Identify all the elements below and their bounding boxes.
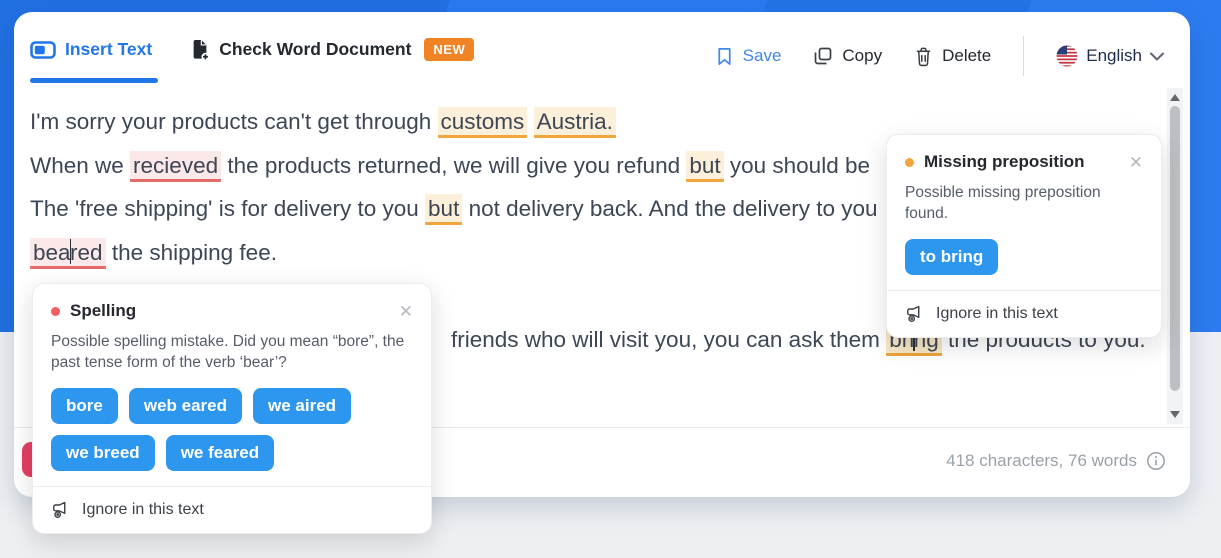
highlighted-word[interactable]: beared (30, 238, 106, 269)
delete-button[interactable]: Delete (914, 46, 991, 67)
scrollbar-thumb[interactable] (1170, 106, 1180, 391)
text-segment: not delivery back. And the delivery to y… (462, 196, 877, 221)
save-label: Save (743, 46, 782, 66)
highlighted-word[interactable]: but (425, 194, 462, 225)
active-tab-underline (30, 78, 158, 83)
tab-check-word-label: Check Word Document (219, 39, 411, 60)
suggestion-button[interactable]: we feared (166, 435, 274, 471)
copy-icon (813, 46, 833, 66)
bookmark-icon (715, 46, 734, 67)
us-flag-icon (1056, 45, 1078, 67)
highlighted-word[interactable]: recieved (130, 151, 221, 182)
popup-title: Missing preposition (924, 152, 1085, 172)
language-label: English (1086, 46, 1142, 66)
tab-bar: Insert Text Check Word Document NEW (30, 38, 474, 61)
suggestion-list: to bring (905, 239, 1143, 275)
popup-description: Possible missing preposition found. (905, 182, 1143, 225)
scroll-up-arrow[interactable] (1170, 94, 1180, 101)
spelling-popup: Spelling ✕ Possible spelling mistake. Di… (32, 283, 432, 534)
scroll-down-arrow[interactable] (1170, 411, 1180, 418)
ignore-in-text-button[interactable]: Ignore in this text (33, 486, 431, 533)
trash-icon (914, 46, 933, 67)
save-button[interactable]: Save (715, 46, 782, 67)
chevron-down-icon (1150, 52, 1164, 61)
text-segment: friends who will visit you, you can ask … (451, 327, 886, 352)
stats-text: 418 characters, 76 words (946, 451, 1137, 471)
ignore-label: Ignore in this text (82, 501, 204, 519)
missing-preposition-popup: Missing preposition ✕ Possible missing p… (886, 134, 1162, 338)
close-icon[interactable]: ✕ (399, 303, 413, 320)
text-segment: the shipping fee. (106, 240, 277, 265)
text-caret (70, 239, 72, 264)
grammar-checker-page: Insert Text Check Word Document NEW Save (0, 0, 1221, 558)
suggestion-button[interactable]: we aired (253, 388, 351, 424)
highlighted-word[interactable]: Austria. (534, 107, 616, 138)
insert-text-icon (30, 41, 56, 59)
text-segment (527, 109, 533, 134)
text-segment: The 'free shipping' is for delivery to y… (30, 196, 425, 221)
new-badge: NEW (424, 38, 474, 61)
text-segment: I'm sorry your products can't get throug… (30, 109, 438, 134)
suggestion-button[interactable]: bore (51, 388, 118, 424)
highlighted-word[interactable]: customs (438, 107, 528, 138)
text-segment: the products returned, we will give you … (221, 153, 686, 178)
megaphone-off-icon (905, 304, 925, 324)
error-dot-icon (51, 307, 60, 316)
word-count-stats: 418 characters, 76 words (946, 440, 1166, 482)
delete-label: Delete (942, 46, 991, 66)
info-icon[interactable] (1146, 451, 1166, 471)
tab-check-word-document[interactable]: Check Word Document NEW (190, 38, 474, 61)
suggestion-button[interactable]: web eared (129, 388, 242, 424)
copy-label: Copy (842, 46, 882, 66)
warning-dot-icon (905, 158, 914, 167)
tab-insert-text-label: Insert Text (65, 39, 152, 60)
ignore-in-text-button[interactable]: Ignore in this text (887, 290, 1161, 337)
megaphone-off-icon (51, 500, 71, 520)
suggestion-button[interactable]: we breed (51, 435, 155, 471)
close-icon[interactable]: ✕ (1129, 154, 1143, 171)
popup-description: Possible spelling mistake. Did you mean … (51, 331, 413, 374)
text-segment: you should be (724, 153, 870, 178)
language-selector[interactable]: English (1056, 45, 1164, 67)
ignore-label: Ignore in this text (936, 305, 1058, 323)
suggestion-button[interactable]: to bring (905, 239, 998, 275)
popup-title: Spelling (70, 301, 136, 321)
suggestion-list: bore web eared we aired we breed we feared (51, 388, 381, 471)
document-plus-icon (190, 38, 210, 61)
toolbar-divider (1023, 36, 1024, 76)
editor-scrollbar[interactable] (1167, 88, 1183, 424)
highlighted-word[interactable]: but (686, 151, 723, 182)
text-segment: When we (30, 153, 130, 178)
copy-button[interactable]: Copy (813, 46, 882, 66)
toolbar-actions: Save Copy Delete English (715, 38, 1164, 74)
tab-insert-text[interactable]: Insert Text (30, 39, 152, 60)
